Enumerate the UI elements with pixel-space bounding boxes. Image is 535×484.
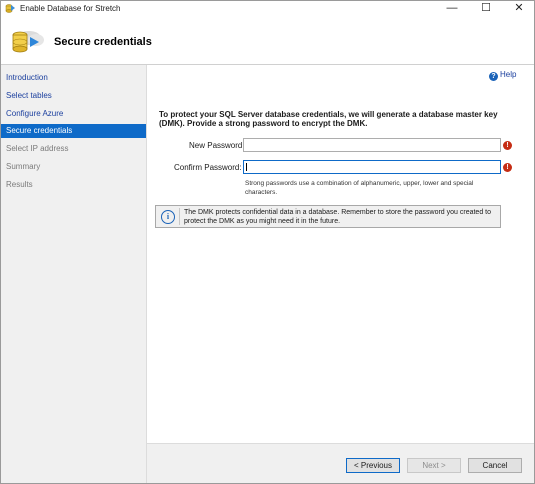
confirm-password-field[interactable]: [243, 160, 501, 174]
page-header: Secure credentials: [1, 17, 534, 65]
info-text: The DMK protects confidential data in a …: [184, 209, 491, 225]
previous-button[interactable]: < Previous: [346, 458, 400, 473]
info-box: i The DMK protects confidential data in …: [155, 205, 501, 228]
minimize-button[interactable]: —: [437, 1, 467, 17]
nav-item-introduction[interactable]: Introduction: [1, 71, 146, 85]
info-icon: i: [161, 210, 175, 224]
new-password-field[interactable]: [243, 138, 501, 152]
close-button[interactable]: ✕: [504, 1, 534, 17]
nav-item-select-ip-address: Select IP address: [6, 144, 69, 153]
nav-item-select-tables[interactable]: Select tables: [1, 89, 146, 103]
title-bar[interactable]: Enable Database for Stretch — ☐ ✕: [1, 1, 534, 17]
cancel-button[interactable]: Cancel: [468, 458, 522, 473]
info-divider: [179, 208, 180, 225]
wizard-window: Enable Database for Stretch — ☐ ✕ Secure…: [0, 0, 535, 484]
error-icon: !: [503, 163, 512, 172]
help-label: Help: [500, 70, 517, 79]
app-icon: [5, 4, 15, 13]
page-title: Secure credentials: [54, 36, 152, 48]
window-title: Enable Database for Stretch: [20, 4, 121, 13]
help-link[interactable]: ? Help: [489, 70, 516, 81]
nav-item-summary: Summary: [6, 162, 41, 171]
wizard-nav: Introduction Select tables Configure Azu…: [1, 65, 147, 483]
next-button: Next >: [407, 458, 461, 473]
content-panel: ? Help To protect your SQL Server databas…: [147, 65, 534, 443]
text-caret: [246, 163, 247, 171]
database-wizard-icon: [12, 31, 44, 53]
button-bar: < Previous Next > Cancel: [147, 443, 534, 483]
confirm-password-label: Confirm Password:: [174, 163, 242, 172]
new-password-label: New Password:: [189, 141, 245, 150]
nav-item-configure-azure[interactable]: Configure Azure: [1, 107, 146, 121]
help-icon: ?: [489, 72, 498, 81]
intro-text: To protect your SQL Server database cred…: [159, 110, 498, 128]
nav-item-secure-credentials[interactable]: Secure credentials: [1, 124, 146, 138]
nav-item-results: Results: [6, 180, 33, 189]
error-icon: !: [503, 141, 512, 150]
maximize-button[interactable]: ☐: [471, 1, 501, 17]
password-hint: Strong passwords use a combination of al…: [245, 180, 474, 196]
